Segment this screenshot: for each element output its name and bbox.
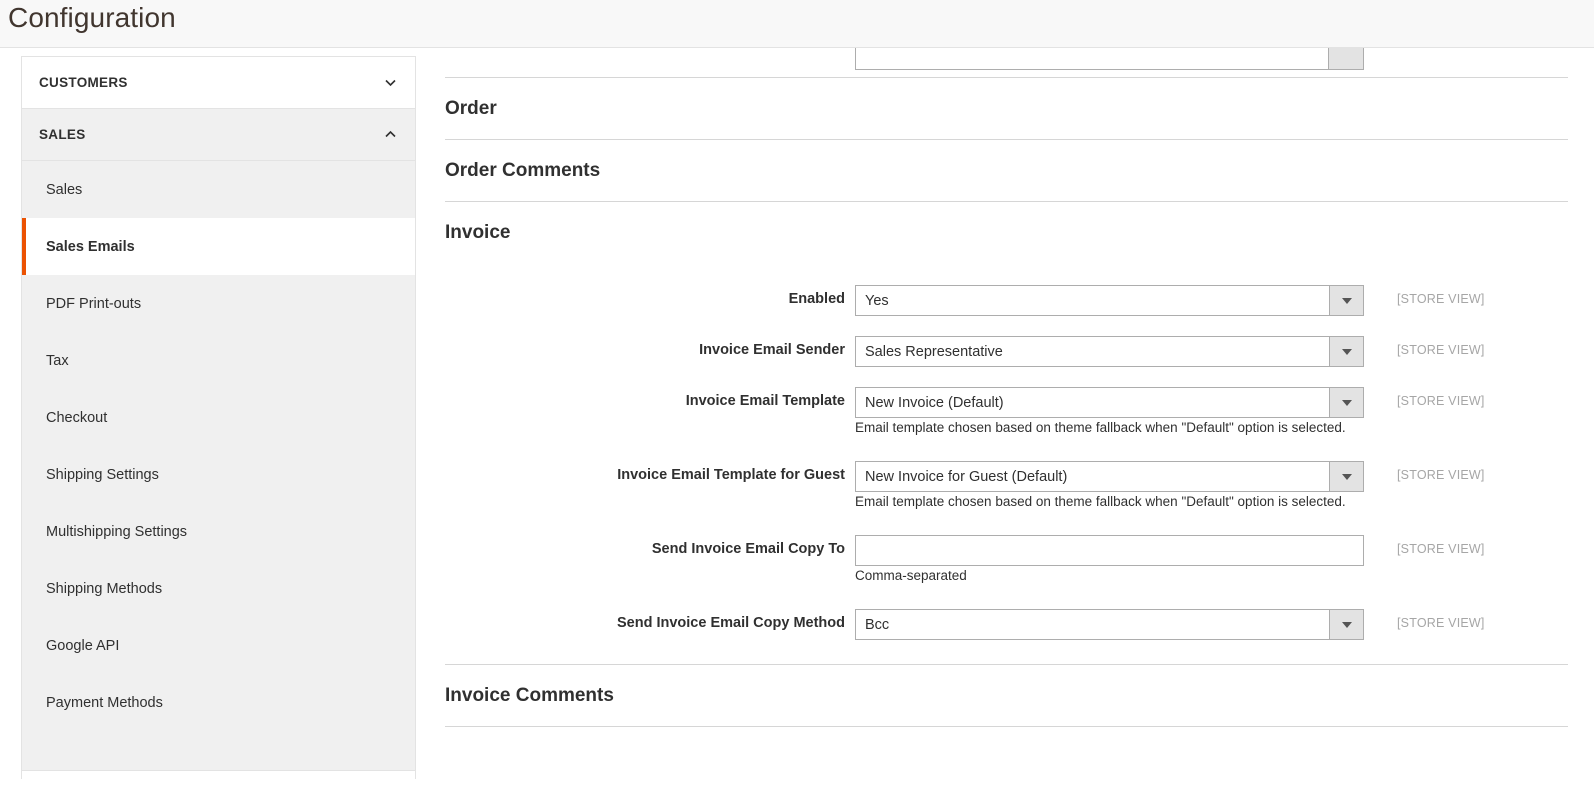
scope-badge: [STORE VIEW] (1397, 468, 1485, 482)
sidebar-list-spacer (22, 731, 415, 771)
sidebar-section-sales[interactable]: SALES (22, 109, 415, 161)
field-label: Enabled (445, 291, 845, 307)
invoice-fieldset: Enabled Yes [STORE VIEW] Invoice Email S… (445, 263, 1568, 640)
clipped-previous-field-row (445, 48, 1568, 77)
section-bottom-divider (445, 726, 1568, 727)
sidebar-section-customers[interactable]: CUSTOMERS (22, 57, 415, 109)
field-row-invoice-email-template: Invoice Email Template New Invoice (Defa… (445, 387, 1568, 441)
invoice-email-sender-select[interactable]: Sales Representative (855, 336, 1364, 367)
sidebar-item-label: Checkout (46, 410, 107, 426)
sidebar-item-pdf-print-outs[interactable]: PDF Print-outs (22, 275, 415, 332)
field-label: Invoice Email Template for Guest (445, 467, 845, 483)
select-value: New Invoice for Guest (Default) (865, 462, 1327, 491)
sidebar-section-sales-label: SALES (39, 127, 86, 142)
chevron-up-icon (384, 128, 397, 141)
select-value: Bcc (865, 610, 1327, 639)
chevron-down-icon (1329, 337, 1363, 366)
field-row-invoice-email-template-guest: Invoice Email Template for Guest New Inv… (445, 461, 1568, 515)
select-value: Sales Representative (865, 337, 1327, 366)
config-sidebar: CUSTOMERS SALES Sales Sales Emails (21, 56, 416, 779)
sidebar-item-payment-methods[interactable]: Payment Methods (22, 674, 415, 731)
page-header: Configuration (0, 0, 1594, 48)
sidebar-section-customers-label: CUSTOMERS (39, 75, 128, 90)
chevron-down-icon (1329, 462, 1363, 491)
page-title: Configuration (8, 2, 176, 34)
field-control: New Invoice for Guest (Default) (855, 461, 1364, 492)
sidebar-item-label: Sales Emails (46, 239, 135, 255)
field-control: Sales Representative (855, 336, 1364, 367)
field-note: Comma-separated (855, 568, 967, 583)
sidebar-item-label: Google API (46, 638, 119, 654)
chevron-down-icon (384, 76, 397, 89)
sidebar-item-checkout[interactable]: Checkout (22, 389, 415, 446)
select-value: New Invoice (Default) (865, 388, 1327, 417)
field-label: Invoice Email Sender (445, 342, 845, 358)
field-row-send-invoice-email-copy-to: Send Invoice Email Copy To Comma-separat… (445, 535, 1568, 589)
section-heading-invoice: Invoice (445, 201, 1568, 263)
chevron-down-icon (1329, 388, 1363, 417)
sidebar-item-label: Shipping Methods (46, 581, 162, 597)
field-row-enabled: Enabled Yes [STORE VIEW] (445, 285, 1568, 316)
field-note: Email template chosen based on theme fal… (855, 494, 1346, 509)
invoice-email-template-select[interactable]: New Invoice (Default) (855, 387, 1364, 418)
section-heading-order: Order (445, 77, 1568, 139)
chevron-down-icon (1328, 48, 1363, 69)
field-label: Invoice Email Template (445, 393, 845, 409)
sidebar-item-label: Multishipping Settings (46, 524, 187, 540)
sidebar-item-tax[interactable]: Tax (22, 332, 415, 389)
sidebar-item-shipping-settings[interactable]: Shipping Settings (22, 446, 415, 503)
chevron-down-icon (1329, 286, 1363, 315)
sidebar-list-tail (22, 771, 415, 785)
field-control (855, 535, 1364, 566)
sidebar-item-label: PDF Print-outs (46, 296, 141, 312)
sidebar-item-google-api[interactable]: Google API (22, 617, 415, 674)
config-content: Order Order Comments Invoice Enabled Yes… (445, 48, 1568, 779)
select-value: Yes (865, 286, 1327, 315)
field-label: Send Invoice Email Copy To (445, 541, 845, 557)
sidebar-item-sales-emails[interactable]: Sales Emails (22, 218, 415, 275)
field-note: Email template chosen based on theme fal… (855, 420, 1346, 435)
chevron-down-icon (1329, 610, 1363, 639)
sidebar-item-sales[interactable]: Sales (22, 161, 415, 218)
scope-badge: [STORE VIEW] (1397, 292, 1485, 306)
scope-badge: [STORE VIEW] (1397, 394, 1485, 408)
sidebar-item-label: Payment Methods (46, 695, 163, 711)
field-control: Bcc (855, 609, 1364, 640)
scope-badge: [STORE VIEW] (1397, 542, 1485, 556)
section-heading-order-comments: Order Comments (445, 139, 1568, 201)
sidebar-item-multishipping-settings[interactable]: Multishipping Settings (22, 503, 415, 560)
sidebar-sales-items: Sales Sales Emails PDF Print-outs Tax Ch… (22, 161, 415, 785)
section-heading-invoice-comments: Invoice Comments (445, 664, 1568, 726)
field-label: Send Invoice Email Copy Method (445, 615, 845, 631)
send-invoice-email-copy-to-input[interactable] (855, 535, 1364, 566)
invoice-email-template-guest-select[interactable]: New Invoice for Guest (Default) (855, 461, 1364, 492)
field-row-send-invoice-email-copy-method: Send Invoice Email Copy Method Bcc [STOR… (445, 609, 1568, 640)
sidebar-item-label: Shipping Settings (46, 467, 159, 483)
clipped-select[interactable] (855, 48, 1364, 70)
body-area: CUSTOMERS SALES Sales Sales Emails (0, 48, 1594, 779)
scope-badge: [STORE VIEW] (1397, 343, 1485, 357)
scope-badge: [STORE VIEW] (1397, 616, 1485, 630)
field-control: New Invoice (Default) (855, 387, 1364, 418)
sidebar-item-shipping-methods[interactable]: Shipping Methods (22, 560, 415, 617)
field-control: Yes (855, 285, 1364, 316)
enabled-select[interactable]: Yes (855, 285, 1364, 316)
sidebar-item-label: Tax (46, 353, 69, 369)
sidebar-item-label: Sales (46, 182, 82, 198)
field-row-invoice-email-sender: Invoice Email Sender Sales Representativ… (445, 336, 1568, 367)
send-invoice-email-copy-method-select[interactable]: Bcc (855, 609, 1364, 640)
